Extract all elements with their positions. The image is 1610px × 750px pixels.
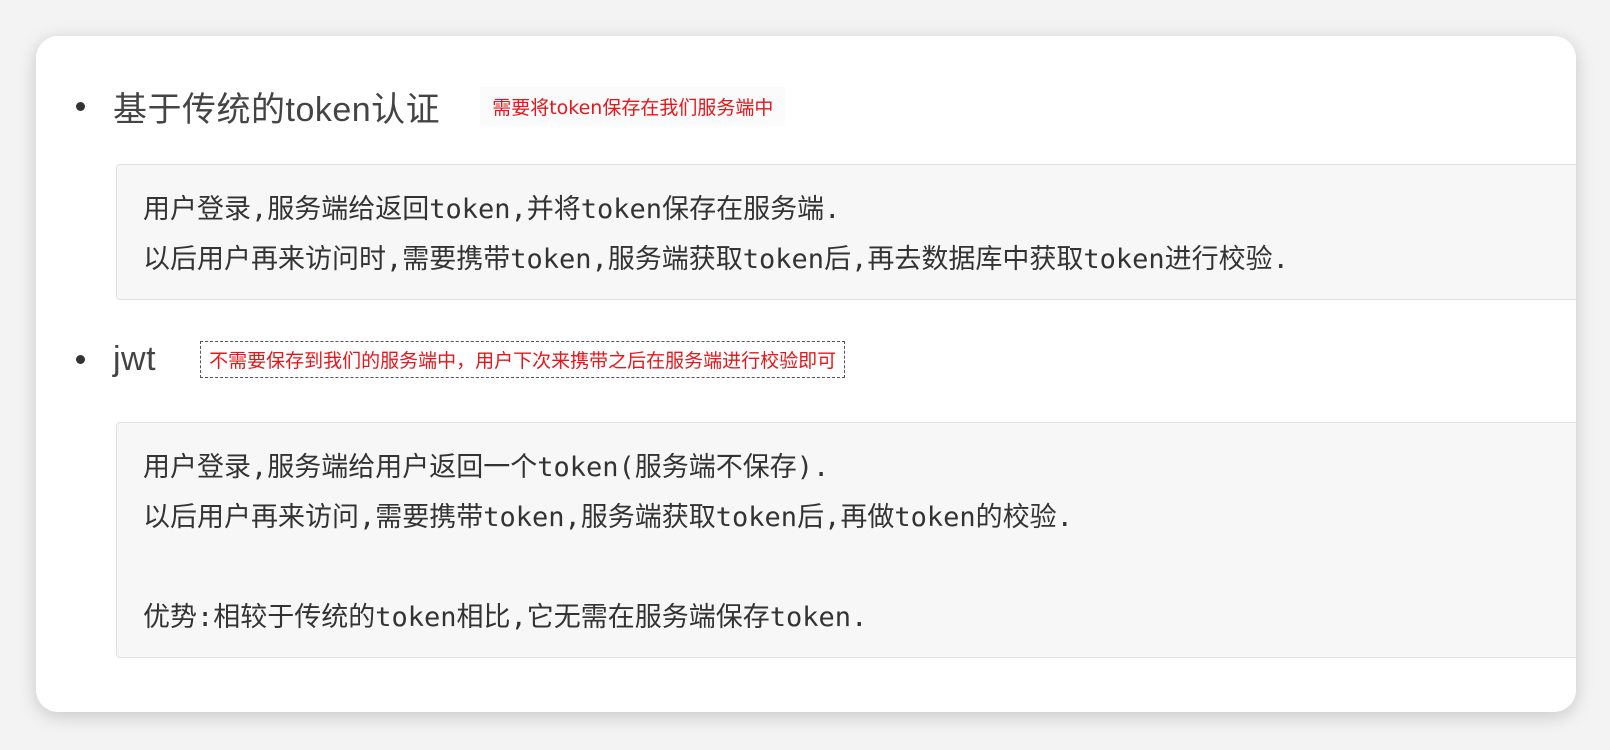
code-line: 用户登录,服务端给返回token,并将token保存在服务端. [143, 194, 841, 225]
list-item-traditional-token: 基于传统的token认证 需要将token保存在我们服务端中 [76, 82, 786, 131]
code-block-traditional-token: 用户登录,服务端给返回token,并将token保存在服务端. 以后用户再来访问… [116, 164, 1576, 300]
section-title-traditional-token: 基于传统的token认证 [113, 91, 441, 129]
list-item-jwt: jwt 不需要保存到我们的服务端中，用户下次来携带之后在服务端进行校验即可 [76, 340, 846, 379]
annotation-note-dashed: 不需要保存到我们的服务端中，用户下次来携带之后在服务端进行校验即可 [200, 341, 846, 378]
code-line: 优势:相较于传统的token相比,它无需在服务端保存token. [143, 602, 868, 633]
bullet-icon [76, 102, 85, 111]
bullet-icon [76, 355, 85, 364]
section-title-jwt: jwt [113, 340, 157, 378]
code-block-jwt: 用户登录,服务端给用户返回一个token(服务端不保存). 以后用户再来访问,需… [116, 422, 1576, 658]
document-card: 基于传统的token认证 需要将token保存在我们服务端中 用户登录,服务端给… [36, 36, 1576, 712]
annotation-note: 需要将token保存在我们服务端中 [480, 87, 786, 126]
code-line: 以后用户再来访问时,需要携带token,服务端获取token后,再去数据库中获取… [143, 244, 1289, 275]
code-line: 用户登录,服务端给用户返回一个token(服务端不保存). [143, 452, 830, 483]
code-line: 以后用户再来访问,需要携带token,服务端获取token后,再做token的校… [143, 502, 1073, 533]
